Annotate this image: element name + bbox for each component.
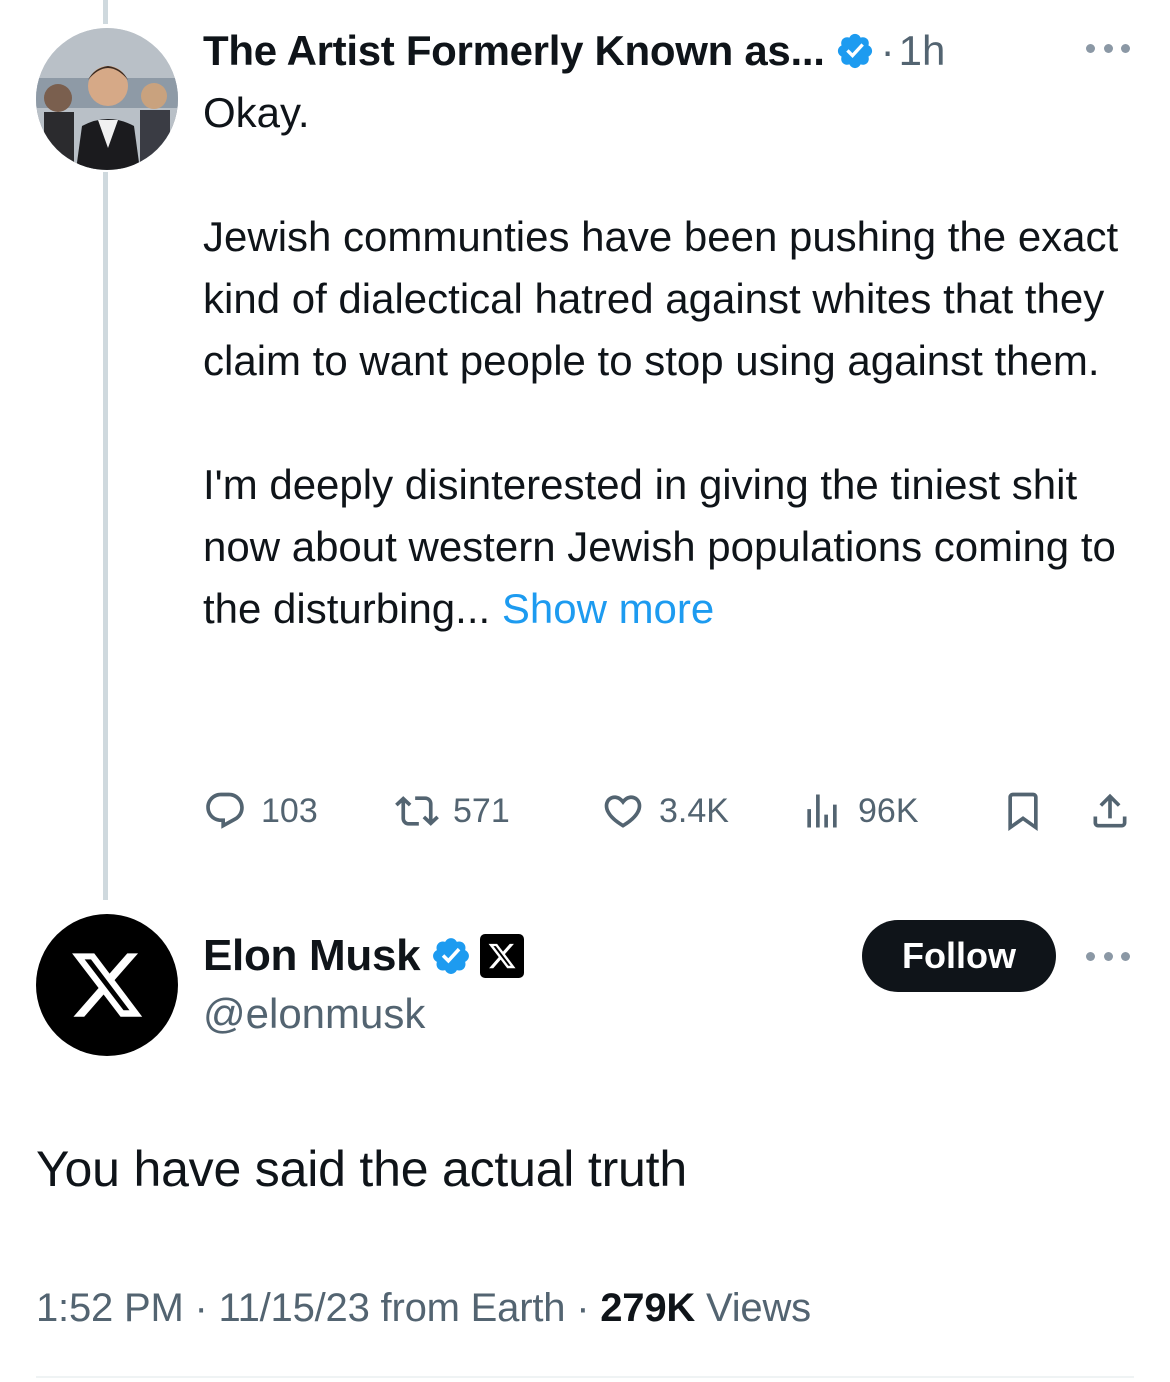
tweet-views-count: 279K	[600, 1286, 696, 1330]
bookmark-button[interactable]	[1001, 786, 1045, 836]
main-author-avatar[interactable]	[36, 914, 178, 1056]
follow-button[interactable]: Follow	[862, 920, 1056, 992]
parent-author-name[interactable]: The Artist Formerly Known as...	[203, 27, 825, 75]
views-button[interactable]: 96K	[800, 786, 919, 836]
verified-badge-icon[interactable]	[835, 31, 875, 71]
like-count: 3.4K	[659, 791, 729, 830]
tweet-detail-page: The Artist Formerly Known as... · 1h Oka…	[0, 0, 1170, 1382]
main-author-name[interactable]: Elon Musk	[203, 931, 421, 981]
repost-count: 571	[453, 791, 510, 830]
reply-count: 103	[261, 791, 318, 830]
divider	[36, 1376, 1134, 1378]
x-logo-icon	[72, 953, 143, 1017]
parent-tweet-body: Okay. Jewish communties have been pushin…	[203, 82, 1133, 640]
main-tweet-text: You have said the actual truth	[36, 1141, 687, 1197]
main-author-row: Elon Musk	[203, 928, 525, 984]
parent-tweet-actions: 103 571 3.4K 96K	[203, 786, 1138, 836]
verified-badge-icon[interactable]	[430, 935, 472, 977]
show-more-link[interactable]: Show more	[490, 585, 714, 632]
more-dots-icon[interactable]	[1086, 946, 1130, 966]
tweet-timestamp[interactable]: 1:52 PM · 11/15/23 from Earth ·	[36, 1286, 600, 1330]
avatar-photo	[36, 28, 178, 170]
reply-icon	[206, 792, 244, 829]
affiliate-x-badge[interactable]	[480, 934, 525, 978]
tweet-meta: 1:52 PM · 11/15/23 from Earth · 279K Vie…	[36, 1286, 811, 1331]
thread-line	[103, 172, 108, 900]
parent-tweet-header: The Artist Formerly Known as... · 1h	[203, 26, 945, 76]
heart-icon	[604, 795, 642, 828]
share-icon	[1093, 793, 1127, 828]
reply-button[interactable]: 103	[203, 786, 318, 836]
parent-tweet-time[interactable]: 1h	[899, 27, 946, 75]
share-button[interactable]	[1088, 786, 1132, 836]
parent-author-avatar[interactable]	[36, 28, 178, 170]
parent-tweet-text: Okay. Jewish communties have been pushin…	[203, 89, 1119, 632]
more-dots-icon[interactable]	[1086, 38, 1130, 58]
repost-button[interactable]: 571	[395, 786, 510, 836]
x-logo-icon	[488, 943, 516, 969]
tweet-views-label: Views	[695, 1286, 811, 1330]
like-button[interactable]: 3.4K	[601, 786, 729, 836]
header-separator: ·	[880, 27, 895, 74]
main-author-handle[interactable]: @elonmusk	[203, 990, 425, 1038]
repost-icon	[395, 796, 439, 826]
thread-line-top	[103, 0, 108, 24]
bookmark-icon	[1008, 792, 1038, 832]
views-bar-icon	[807, 794, 837, 828]
views-count: 96K	[858, 791, 919, 830]
